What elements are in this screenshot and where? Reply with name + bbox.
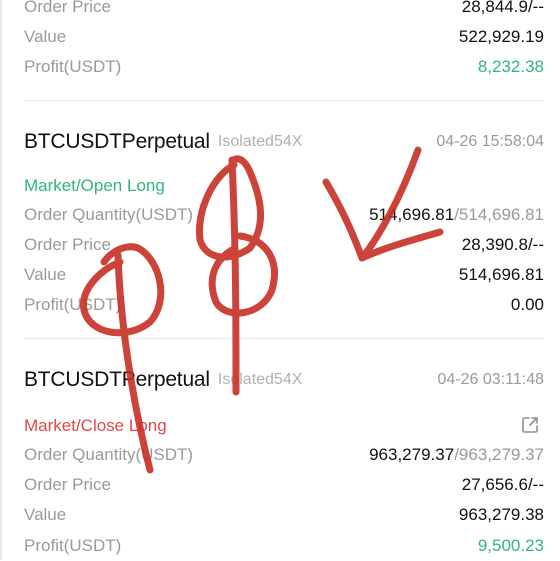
top-value-row: Value 522,929.19 (24, 22, 544, 52)
value-value: 963,279.38 (458, 505, 544, 524)
value-row: Value 514,696.81 (24, 260, 544, 290)
order-side: Market/Open Long (24, 176, 165, 195)
quantity-label: Order Quantity(USDT) (24, 445, 194, 464)
order-price-label: Order Price (24, 0, 111, 16)
profit-row: Profit(USDT) 0.00 (24, 290, 544, 320)
top-order-price-row: Order Price 28,844.9/-- (24, 0, 544, 22)
order-card-header[interactable]: BTCUSDTPerpetual Isolated54X 04-26 03:11… (24, 364, 544, 396)
order-price-label: Order Price (24, 235, 111, 254)
quantity-filled: 514,696.81 (369, 205, 455, 224)
order-time: 04-26 15:58:04 (436, 133, 544, 150)
margin-mode-tag: Isolated54X (217, 133, 303, 150)
profit-label: Profit(USDT) (24, 536, 122, 555)
quantity-total: /514,696.81 (454, 205, 544, 224)
profit-label: Profit(USDT) (24, 295, 122, 314)
quantity-row: Order Quantity(USDT) 963,279.37/963,279.… (24, 440, 544, 470)
quantity-filled: 963,279.37 (369, 445, 455, 464)
order-price-value: 28,390.8/-- (461, 235, 544, 254)
value-row: Value 963,279.38 (24, 500, 544, 530)
screen-edge (0, 0, 2, 560)
divider (24, 338, 544, 339)
order-price-label: Order Price (24, 475, 111, 494)
value-label: Value (24, 505, 67, 524)
quantity-value: 963,279.37/963,279.37 (369, 445, 544, 465)
order-price-row: Order Price 27,656.6/-- (24, 470, 544, 500)
value-label: Value (24, 27, 67, 46)
quantity-value: 514,696.81/514,696.81 (369, 205, 544, 225)
order-time: 04-26 03:11:48 (437, 371, 544, 388)
margin-mode-tag: Isolated54X (217, 371, 303, 388)
share-icon[interactable] (520, 415, 540, 435)
profit-value: 9,500.23 (477, 536, 544, 555)
order-price-row: Order Price 28,390.8/-- (24, 230, 544, 260)
order-card-header[interactable]: BTCUSDTPerpetual Isolated54X 04-26 15:58… (24, 126, 544, 158)
divider (24, 100, 544, 101)
value-value: 522,929.19 (458, 27, 544, 46)
value-label: Value (24, 265, 67, 284)
order-price-value: 27,656.6/-- (461, 475, 544, 494)
order-side: Market/Close Long (24, 416, 167, 435)
value-value: 514,696.81 (458, 265, 544, 284)
quantity-label: Order Quantity(USDT) (24, 205, 194, 224)
quantity-total: /963,279.37 (454, 445, 544, 464)
symbol-title: BTCUSDTPerpetual (24, 368, 210, 391)
top-profit-row: Profit(USDT) 8,232.38 (24, 52, 544, 82)
symbol-title: BTCUSDTPerpetual (24, 130, 210, 153)
profit-row: Profit(USDT) 9,500.23 (24, 531, 544, 561)
quantity-row: Order Quantity(USDT) 514,696.81/514,696.… (24, 200, 544, 230)
profit-value: 0.00 (510, 295, 544, 314)
profit-label: Profit(USDT) (24, 57, 122, 76)
profit-value: 8,232.38 (477, 57, 544, 76)
order-price-value: 28,844.9/-- (461, 0, 544, 16)
